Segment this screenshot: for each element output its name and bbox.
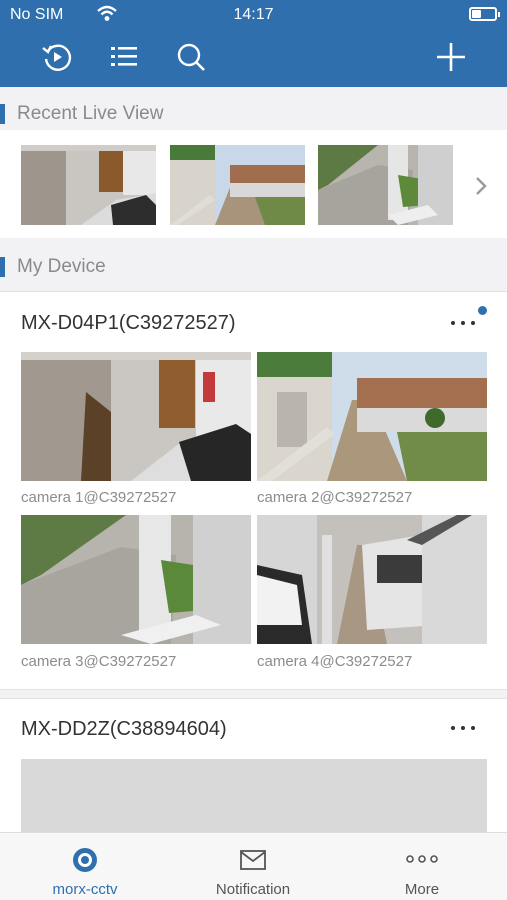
recent-section-header: Recent Live View (0, 93, 507, 133)
tab-bar: morx-cctv Notification More (0, 832, 507, 900)
device-section-header: My Device (0, 246, 507, 286)
camera-tab-icon (73, 848, 97, 872)
recent-title: Recent Live View (17, 103, 164, 124)
camera-thumbnail[interactable] (21, 352, 251, 481)
clock: 14:17 (233, 6, 274, 23)
chevron-right-icon[interactable] (473, 176, 489, 196)
section-marker (0, 104, 5, 124)
section-marker (0, 257, 5, 277)
camera-label: camera 2@C39272527 (257, 489, 413, 506)
camera-label: camera 3@C39272527 (21, 653, 177, 670)
recent-thumbnail[interactable] (170, 145, 305, 225)
device-name: MX-D04P1(C39272527) (21, 312, 236, 334)
recent-thumbnail[interactable] (318, 145, 453, 225)
tab-label: More (404, 881, 440, 898)
device-card: MX-D04P1(C39272527) camera 1@C39272527 c… (0, 291, 507, 690)
tab-notification[interactable]: Notification (193, 833, 313, 900)
more-icon (406, 855, 438, 863)
camera-label: camera 4@C39272527 (257, 653, 413, 670)
device-more-icon[interactable] (447, 316, 481, 330)
envelope-icon (240, 850, 266, 870)
new-badge-dot (478, 306, 487, 315)
tab-label: morx-cctv (52, 881, 118, 898)
recent-thumbnail[interactable] (21, 145, 156, 225)
device-section-title: My Device (17, 256, 106, 277)
device-card: MX-DD2Z(C38894604) (0, 698, 507, 839)
camera-thumbnail[interactable] (257, 352, 487, 481)
search-icon[interactable] (174, 40, 208, 74)
battery-icon (469, 7, 500, 21)
tab-morx-cctv[interactable]: morx-cctv (25, 833, 145, 900)
camera-thumbnail[interactable] (21, 515, 251, 644)
list-icon[interactable] (107, 40, 141, 74)
camera-thumbnail-placeholder[interactable] (21, 759, 487, 839)
status-bar: No SIM 14:17 (0, 0, 507, 30)
device-more-icon[interactable] (447, 721, 481, 735)
tab-more[interactable]: More (362, 833, 482, 900)
device-name: MX-DD2Z(C38894604) (21, 718, 227, 740)
add-icon[interactable] (434, 40, 468, 74)
top-bar: No SIM 14:17 (0, 0, 507, 87)
camera-thumbnail[interactable] (257, 515, 487, 644)
playback-icon[interactable] (40, 40, 74, 74)
camera-label: camera 1@C39272527 (21, 489, 177, 506)
tab-label: Notification (215, 881, 291, 898)
recent-live-view (0, 130, 507, 238)
